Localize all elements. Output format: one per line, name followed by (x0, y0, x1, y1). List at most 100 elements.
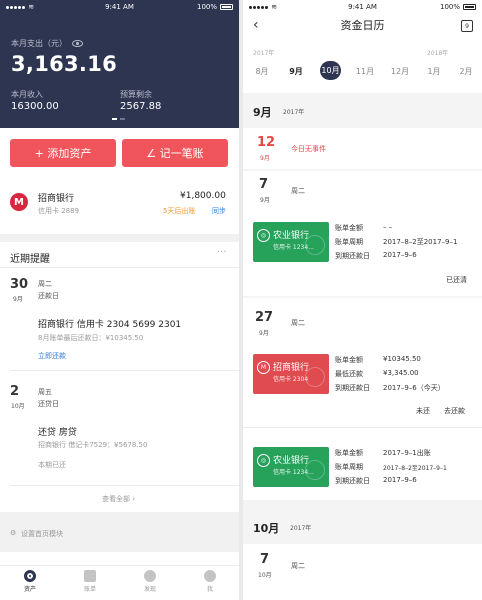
bill-value: 2017–8–2至2017–9–1 (383, 238, 458, 246)
reminders-title: 近期提醒 (10, 254, 50, 265)
tab-assets[interactable]: 资产 (0, 570, 60, 593)
month-2[interactable]: 2月 (455, 66, 477, 77)
day-number: 7 (259, 177, 269, 192)
bill-value: 2017–9–6（今天） (383, 384, 445, 392)
section-month: 10月 (253, 522, 280, 535)
reminder-title: 招商银行 信用卡 2304 5699 2301 (38, 320, 182, 330)
reminder-status: 本期已还 (38, 461, 66, 469)
today-day: 12 (257, 135, 276, 150)
budget-value: 2567.88 (120, 101, 162, 112)
year-label: 2017年 (253, 50, 275, 57)
watermark-icon (305, 367, 325, 387)
tab-discover[interactable]: 发现 (120, 570, 180, 593)
bank-card-row[interactable]: M 招商银行 信用卡 2889 ¥1,800.00 5天后出账 同步 (0, 180, 239, 230)
card-bank: 招商银行 (273, 363, 310, 373)
watermark-icon (305, 460, 325, 480)
month-12[interactable]: 12月 (389, 66, 411, 77)
eye-icon[interactable] (72, 40, 83, 47)
no-events-text: 今日无事件 (291, 145, 326, 153)
cmb-logo-icon: M (10, 193, 28, 211)
tab-bills[interactable]: 账单 (60, 570, 120, 593)
month-11[interactable]: 11月 (354, 66, 376, 77)
bill-status: 未还 (416, 407, 430, 415)
status-time: 9:41 AM (105, 3, 134, 11)
bill-value: 2017–9–6 (383, 251, 417, 259)
bill-icon (84, 570, 96, 582)
bill-key: 到期还款日 (335, 384, 370, 392)
abc-card[interactable]: ◎ 农业银行 信用卡 1234... (253, 447, 329, 487)
divider (0, 267, 239, 268)
cmb-logo-icon: M (257, 361, 270, 374)
today-month: 9月 (260, 155, 270, 162)
bill-key: 账单金额 (335, 224, 363, 232)
bill-key: 账单金额 (335, 449, 363, 457)
calendar-header: ≋ 9:41 AM 100% ‹ 资金日历 9 2017年 2018年 8月 9… (243, 0, 482, 93)
reminder-title: 还贷 房贷 (38, 428, 77, 438)
watermark-icon (305, 235, 325, 255)
month-10-selected[interactable]: 10月 (320, 61, 341, 80)
day-month: 9月 (260, 197, 270, 204)
add-bill-button[interactable]: ∠ 记一笔账 (122, 139, 228, 167)
month-8[interactable]: 8月 (251, 66, 273, 77)
card-number: 信用卡 2304 (273, 376, 309, 383)
bank-amount: ¥1,800.00 (180, 191, 226, 201)
section-month: 9月 (253, 106, 272, 119)
calendar-icon[interactable]: 9 (461, 20, 473, 32)
assets-icon (24, 570, 36, 582)
reminder-detail: 8月账单最后还款日：¥10345.50 (38, 334, 144, 342)
fund-calendar-screen: ≋ 9:41 AM 100% ‹ 资金日历 9 2017年 2018年 8月 9… (243, 0, 482, 600)
settings-gear-icon: ⚙ (10, 529, 17, 537)
cmb-card[interactable]: M 招商银行 信用卡 2304 (253, 354, 329, 394)
pay-now-link[interactable]: 立即还款 (38, 351, 66, 361)
bill-key: 最低还款 (335, 370, 363, 378)
reminder-weekday: 周五 (38, 388, 52, 396)
bank-name: 招商银行 (38, 194, 75, 204)
bill-key: 到期还款日 (335, 477, 370, 485)
status-bar: ≋ 9:41 AM 100% (243, 0, 482, 14)
bank-card: 信用卡 2889 (38, 207, 80, 215)
day-number: 27 (255, 310, 274, 325)
view-all-link[interactable]: 查看全部 › (102, 494, 135, 504)
reminder-month: 9月 (13, 296, 23, 303)
day-block: 7 9月 周二 ◎ 农业银行 信用卡 1234... 账单金额 – – 账单周期… (243, 171, 482, 296)
settings-row[interactable]: ⚙ 设置首页模块 (0, 512, 239, 552)
bank-due: 5天后出账 (163, 207, 196, 215)
bill-value: ¥10345.50 (383, 355, 421, 363)
tab-label: 发现 (143, 586, 156, 593)
abc-card[interactable]: ◎ 农业银行 信用卡 1234... (253, 222, 329, 262)
bill-status: 已还清 (446, 276, 467, 284)
today-row: 12 9月 今日无事件 (243, 128, 482, 169)
bill-key: 账单周期 (335, 238, 363, 246)
sync-link[interactable]: 同步 (212, 206, 226, 216)
day-weekday: 周二 (291, 562, 305, 570)
reminder-day: 30 (10, 277, 29, 292)
assets-screen: ≋ 9:41 AM 100% 本月支出（元） 3,163.16 本月收入 163… (0, 0, 239, 600)
month-9[interactable]: 9月 (285, 66, 307, 77)
user-icon (204, 570, 216, 582)
tab-label: 资产 (23, 586, 36, 593)
reminder-kind: 还款日 (38, 292, 59, 300)
day-block: 7 10月 周二 (243, 544, 482, 600)
budget-label: 预算剩余 (120, 90, 152, 99)
bill-key: 到期还款日 (335, 252, 370, 260)
page-indicator (112, 118, 125, 120)
tabbar-divider (0, 565, 239, 566)
day-month: 9月 (259, 330, 269, 337)
bill-value: ¥3,345.00 (383, 369, 419, 377)
reminder-detail: 招商银行 借记卡7529：¥5678.50 (38, 441, 148, 449)
pay-link[interactable]: 去还款 (444, 406, 465, 416)
month-1[interactable]: 1月 (423, 66, 445, 77)
reminder-month: 10月 (11, 403, 25, 410)
tab-me[interactable]: 我 (180, 570, 239, 593)
add-asset-button[interactable]: + 添加资产 (10, 139, 116, 167)
divider (243, 427, 482, 428)
month-section-header: 9月 2017年 (243, 96, 482, 124)
battery-icon (463, 4, 476, 10)
card-bank: 农业银行 (273, 456, 310, 466)
day-month: 10月 (258, 572, 272, 579)
more-icon[interactable]: ··· (217, 247, 227, 258)
month-spend-label: 本月支出（元） (11, 39, 67, 48)
bill-value: 2017–9–1出账 (383, 449, 431, 457)
divider (10, 370, 239, 371)
status-bar: ≋ 9:41 AM 100% (0, 0, 239, 14)
